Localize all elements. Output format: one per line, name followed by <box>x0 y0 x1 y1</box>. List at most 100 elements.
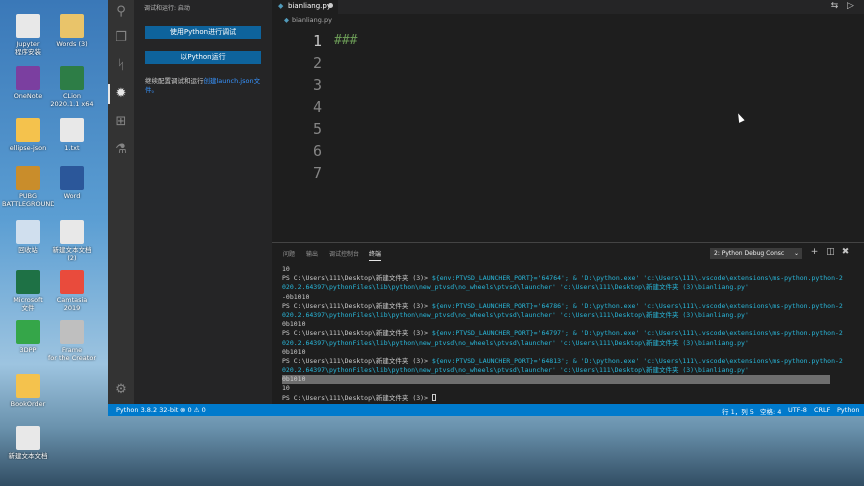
app-icon <box>60 270 84 294</box>
desktop-icon-label: Words (3) <box>56 40 88 48</box>
indent-spaces[interactable]: 空格: 4 <box>760 406 781 416</box>
app-icon <box>16 166 40 190</box>
terminal-prompt: PS C:\Users\111\Desktop\新建文件夹 (3)> <box>282 329 432 338</box>
breadcrumb[interactable]: ◆ bianliang.py <box>284 16 332 24</box>
desktop-icon[interactable]: Word <box>46 166 98 200</box>
terminal-line: PS C:\Users\111\Desktop\新建文件夹 (3)> ${env… <box>282 357 858 366</box>
line-number: 7 <box>312 164 322 182</box>
desktop-icon[interactable]: CLion 2020.1.1 x64 <box>46 66 98 108</box>
tab-output[interactable]: 输出 <box>306 249 318 258</box>
desktop-icon[interactable]: Camtasia 2019 <box>46 270 98 312</box>
desktop-icon-label: 1.txt <box>64 144 80 152</box>
trash-icon[interactable]: ✖ <box>840 247 851 258</box>
app-icon <box>16 118 40 142</box>
terminal-output[interactable]: 10 PS C:\Users\111\Desktop\新建文件夹 (3)> ${e… <box>282 265 858 403</box>
editor-area: ◆ bianliang.py ⇆ ▷ ◆ bianliang.py 1234567… <box>272 0 864 242</box>
app-icon <box>16 270 40 294</box>
terminal-prompt: PS C:\Users\111\Desktop\新建文件夹 (3)> <box>282 301 432 310</box>
terminal-prompt: PS C:\Users\111\Desktop\新建文件夹 (3)> <box>282 393 432 402</box>
desktop-icon[interactable]: Words (3) <box>46 14 98 48</box>
encoding[interactable]: UTF-8 <box>788 406 807 414</box>
active-indicator <box>108 84 110 104</box>
tab-problems[interactable]: 问题 <box>283 249 295 258</box>
app-icon <box>60 118 84 142</box>
app-icon <box>16 14 40 38</box>
code-line[interactable] <box>334 118 357 140</box>
breadcrumb-file: bianliang.py <box>292 16 332 24</box>
mouse-pointer-icon <box>735 112 745 123</box>
app-icon <box>60 320 84 344</box>
line-number: 6 <box>312 142 322 160</box>
desktop-wallpaper-bottom <box>0 416 864 486</box>
app-icon <box>16 320 40 344</box>
launch-config-hint: 继续配置调试和运行创建launch.json文件。 <box>145 77 263 94</box>
extensions-icon[interactable]: ⊞ <box>113 114 129 130</box>
debug-with-python-button[interactable]: 使用Python进行调试 <box>145 26 261 39</box>
tab-bar: ◆ bianliang.py ⇆ ▷ <box>272 0 864 14</box>
line-ending[interactable]: CRLF <box>814 406 830 414</box>
python-file-icon: ◆ <box>284 16 289 24</box>
line-number: 4 <box>312 98 322 116</box>
desktop-icon-label: BookOrder <box>10 400 46 408</box>
create-launch-json-link[interactable]: 创建launch.json <box>204 77 254 85</box>
desktop-icon[interactable]: BookOrder <box>2 374 54 408</box>
code-line[interactable] <box>334 96 357 118</box>
terminal-prompt: PS C:\Users\111\Desktop\新建文件夹 (3)> <box>282 356 432 365</box>
tab-label: bianliang.py <box>288 2 331 10</box>
chevron-down-icon: ⌄ <box>793 250 799 257</box>
terminal-line: 020.2.64397\pythonFiles\lib\python\new_p… <box>282 283 749 292</box>
terminal-select[interactable]: 2: Python Debug Consc ⌄ <box>710 248 802 259</box>
code-content[interactable]: ### <box>334 30 357 184</box>
terminal-line: PS C:\Users\111\Desktop\新建文件夹 (3)> ${env… <box>282 274 858 283</box>
code-line[interactable] <box>334 162 357 184</box>
add-terminal-icon[interactable]: + <box>809 247 820 258</box>
language-mode[interactable]: Python <box>837 406 860 414</box>
tab-bianliang[interactable]: ◆ bianliang.py <box>272 0 338 14</box>
source-control-icon[interactable]: ᛋ <box>113 58 129 74</box>
run-file-icon[interactable]: ▷ <box>845 1 856 12</box>
code-line[interactable] <box>334 52 357 74</box>
app-icon <box>60 66 84 90</box>
code-line[interactable] <box>334 74 357 96</box>
desktop-icon-label: 新建文本文档 (2) <box>52 246 92 262</box>
line-number: 2 <box>312 54 322 72</box>
code-line[interactable] <box>334 140 357 162</box>
terminal-line: PS C:\Users\111\Desktop\新建文件夹 (3)> ${env… <box>282 329 858 338</box>
desktop-icon[interactable]: 1.txt <box>46 118 98 152</box>
run-with-python-button[interactable]: 以Python运行 <box>145 51 261 64</box>
terminal-cursor <box>431 394 436 402</box>
terminal-prompt: PS C:\Users\111\Desktop\新建文件夹 (3)> <box>282 274 432 283</box>
terminal-selection: 0b1010 <box>282 375 830 385</box>
debug-icon[interactable]: ✹ <box>113 86 129 102</box>
python-interpreter[interactable]: Python 3.8.2 32-bit <box>116 406 178 414</box>
compare-icon[interactable]: ⇆ <box>829 1 840 12</box>
test-icon[interactable]: ⚗ <box>113 142 129 158</box>
search-icon[interactable]: ⚲ <box>113 4 129 20</box>
terminal-select-value: 2: Python Debug Consc <box>714 250 785 257</box>
terminal-line: 0b1010 <box>282 375 858 385</box>
split-terminal-icon[interactable]: ◫ <box>825 247 836 258</box>
unsaved-dot-icon[interactable] <box>328 3 333 8</box>
cursor-position[interactable]: 行 1，列 5 <box>722 406 754 416</box>
tab-debug-console[interactable]: 调试控制台 <box>329 249 359 258</box>
desktop-icon-label: Frame for the Creator <box>48 346 96 362</box>
debug-sidebar: 调试和运行: 启动 使用Python进行调试 以Python运行 继续配置调试和… <box>134 0 272 404</box>
terminal-line: 020.2.64397\pythonFiles\lib\python\new_p… <box>282 310 749 319</box>
settings-gear-icon[interactable]: ⚙ <box>113 382 129 398</box>
problems-count[interactable]: ⊗ 0 ⚠ 0 <box>180 406 206 414</box>
terminal-line: 020.2.64397\pythonFiles\lib\python\new_p… <box>282 338 749 347</box>
tab-terminal[interactable]: 终端 <box>369 249 382 261</box>
vscode-window: ⚲ ❐ ᛋ ✹ ⊞ ⚗ ⚙ 调试和运行: 启动 使用Python进行调试 以Py… <box>108 0 864 416</box>
terminal-command: ${env:PTVSD_LAUNCHER_PORT}='64764'; & 'D… <box>431 274 843 283</box>
hint-text: 继续配置调试和运行 <box>145 77 204 85</box>
app-icon <box>60 14 84 38</box>
terminal-command: ${env:PTVSD_LAUNCHER_PORT}='64786'; & 'D… <box>431 301 843 310</box>
sidebar-title: 调试和运行: 启动 <box>144 5 190 12</box>
code-line[interactable]: ### <box>334 30 357 52</box>
app-icon <box>60 220 84 244</box>
files-icon[interactable]: ❐ <box>113 30 129 46</box>
desktop: Jupyter 程序安装 Words (3) OneNote CLion 2020.1.1… <box>0 0 108 486</box>
desktop-icon[interactable]: 新建文本文档 (2) <box>46 220 98 262</box>
desktop-icon[interactable]: Frame for the Creator <box>46 320 98 362</box>
desktop-icon-label: CLion 2020.1.1 x64 <box>50 92 94 108</box>
